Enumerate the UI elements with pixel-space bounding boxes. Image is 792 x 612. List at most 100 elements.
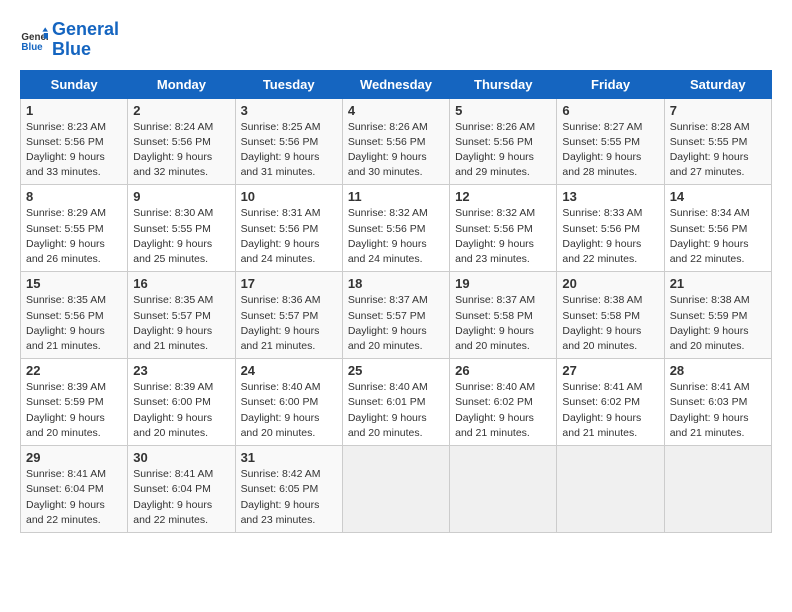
day-number: 10 — [241, 189, 337, 204]
day-number: 12 — [455, 189, 551, 204]
page-header: General Blue General Blue — [20, 20, 772, 60]
calendar-cell: 3 Sunrise: 8:25 AM Sunset: 5:56 PM Dayli… — [235, 98, 342, 185]
day-number: 20 — [562, 276, 658, 291]
header-day-sunday: Sunday — [21, 70, 128, 98]
day-number: 15 — [26, 276, 122, 291]
day-number: 3 — [241, 103, 337, 118]
calendar-cell: 30 Sunrise: 8:41 AM Sunset: 6:04 PM Dayl… — [128, 446, 235, 533]
calendar-cell: 19 Sunrise: 8:37 AM Sunset: 5:58 PM Dayl… — [450, 272, 557, 359]
day-detail: Sunrise: 8:29 AM Sunset: 5:55 PM Dayligh… — [26, 206, 122, 267]
day-detail: Sunrise: 8:35 AM Sunset: 5:57 PM Dayligh… — [133, 293, 229, 354]
calendar-cell: 24 Sunrise: 8:40 AM Sunset: 6:00 PM Dayl… — [235, 359, 342, 446]
day-number: 31 — [241, 450, 337, 465]
day-number: 16 — [133, 276, 229, 291]
calendar-cell — [664, 446, 771, 533]
day-detail: Sunrise: 8:40 AM Sunset: 6:02 PM Dayligh… — [455, 380, 551, 441]
day-number: 11 — [348, 189, 444, 204]
header-day-friday: Friday — [557, 70, 664, 98]
header-day-wednesday: Wednesday — [342, 70, 449, 98]
day-number: 8 — [26, 189, 122, 204]
day-detail: Sunrise: 8:41 AM Sunset: 6:02 PM Dayligh… — [562, 380, 658, 441]
day-detail: Sunrise: 8:26 AM Sunset: 5:56 PM Dayligh… — [348, 120, 444, 181]
day-detail: Sunrise: 8:25 AM Sunset: 5:56 PM Dayligh… — [241, 120, 337, 181]
day-number: 18 — [348, 276, 444, 291]
calendar-cell: 12 Sunrise: 8:32 AM Sunset: 5:56 PM Dayl… — [450, 185, 557, 272]
logo: General Blue General Blue — [20, 20, 119, 60]
calendar-cell: 6 Sunrise: 8:27 AM Sunset: 5:55 PM Dayli… — [557, 98, 664, 185]
day-number: 14 — [670, 189, 766, 204]
day-number: 9 — [133, 189, 229, 204]
calendar-week-4: 22 Sunrise: 8:39 AM Sunset: 5:59 PM Dayl… — [21, 359, 772, 446]
day-detail: Sunrise: 8:26 AM Sunset: 5:56 PM Dayligh… — [455, 120, 551, 181]
day-number: 6 — [562, 103, 658, 118]
calendar-cell — [557, 446, 664, 533]
day-detail: Sunrise: 8:41 AM Sunset: 6:03 PM Dayligh… — [670, 380, 766, 441]
calendar-cell: 11 Sunrise: 8:32 AM Sunset: 5:56 PM Dayl… — [342, 185, 449, 272]
day-detail: Sunrise: 8:38 AM Sunset: 5:59 PM Dayligh… — [670, 293, 766, 354]
calendar-cell: 5 Sunrise: 8:26 AM Sunset: 5:56 PM Dayli… — [450, 98, 557, 185]
calendar-cell: 8 Sunrise: 8:29 AM Sunset: 5:55 PM Dayli… — [21, 185, 128, 272]
calendar-cell — [342, 446, 449, 533]
day-detail: Sunrise: 8:32 AM Sunset: 5:56 PM Dayligh… — [348, 206, 444, 267]
day-number: 28 — [670, 363, 766, 378]
day-number: 5 — [455, 103, 551, 118]
logo-general: General — [52, 19, 119, 39]
day-detail: Sunrise: 8:37 AM Sunset: 5:57 PM Dayligh… — [348, 293, 444, 354]
calendar-cell: 22 Sunrise: 8:39 AM Sunset: 5:59 PM Dayl… — [21, 359, 128, 446]
day-number: 2 — [133, 103, 229, 118]
logo-blue: Blue — [52, 39, 91, 59]
day-detail: Sunrise: 8:32 AM Sunset: 5:56 PM Dayligh… — [455, 206, 551, 267]
day-detail: Sunrise: 8:41 AM Sunset: 6:04 PM Dayligh… — [133, 467, 229, 528]
calendar-cell: 29 Sunrise: 8:41 AM Sunset: 6:04 PM Dayl… — [21, 446, 128, 533]
day-detail: Sunrise: 8:40 AM Sunset: 6:01 PM Dayligh… — [348, 380, 444, 441]
day-number: 13 — [562, 189, 658, 204]
day-detail: Sunrise: 8:30 AM Sunset: 5:55 PM Dayligh… — [133, 206, 229, 267]
logo-icon: General Blue — [20, 26, 48, 54]
calendar-cell: 23 Sunrise: 8:39 AM Sunset: 6:00 PM Dayl… — [128, 359, 235, 446]
calendar-cell: 9 Sunrise: 8:30 AM Sunset: 5:55 PM Dayli… — [128, 185, 235, 272]
calendar-cell: 25 Sunrise: 8:40 AM Sunset: 6:01 PM Dayl… — [342, 359, 449, 446]
calendar-week-5: 29 Sunrise: 8:41 AM Sunset: 6:04 PM Dayl… — [21, 446, 772, 533]
day-number: 30 — [133, 450, 229, 465]
svg-text:Blue: Blue — [21, 42, 43, 53]
calendar-cell: 1 Sunrise: 8:23 AM Sunset: 5:56 PM Dayli… — [21, 98, 128, 185]
day-detail: Sunrise: 8:36 AM Sunset: 5:57 PM Dayligh… — [241, 293, 337, 354]
calendar-cell: 2 Sunrise: 8:24 AM Sunset: 5:56 PM Dayli… — [128, 98, 235, 185]
header-day-tuesday: Tuesday — [235, 70, 342, 98]
day-detail: Sunrise: 8:33 AM Sunset: 5:56 PM Dayligh… — [562, 206, 658, 267]
day-number: 4 — [348, 103, 444, 118]
day-number: 25 — [348, 363, 444, 378]
day-detail: Sunrise: 8:42 AM Sunset: 6:05 PM Dayligh… — [241, 467, 337, 528]
day-detail: Sunrise: 8:40 AM Sunset: 6:00 PM Dayligh… — [241, 380, 337, 441]
day-number: 7 — [670, 103, 766, 118]
calendar-cell: 27 Sunrise: 8:41 AM Sunset: 6:02 PM Dayl… — [557, 359, 664, 446]
day-detail: Sunrise: 8:38 AM Sunset: 5:58 PM Dayligh… — [562, 293, 658, 354]
calendar-cell: 13 Sunrise: 8:33 AM Sunset: 5:56 PM Dayl… — [557, 185, 664, 272]
calendar-cell: 7 Sunrise: 8:28 AM Sunset: 5:55 PM Dayli… — [664, 98, 771, 185]
day-detail: Sunrise: 8:34 AM Sunset: 5:56 PM Dayligh… — [670, 206, 766, 267]
calendar-table: SundayMondayTuesdayWednesdayThursdayFrid… — [20, 70, 772, 533]
day-detail: Sunrise: 8:39 AM Sunset: 5:59 PM Dayligh… — [26, 380, 122, 441]
calendar-cell: 31 Sunrise: 8:42 AM Sunset: 6:05 PM Dayl… — [235, 446, 342, 533]
day-detail: Sunrise: 8:35 AM Sunset: 5:56 PM Dayligh… — [26, 293, 122, 354]
calendar-cell: 10 Sunrise: 8:31 AM Sunset: 5:56 PM Dayl… — [235, 185, 342, 272]
day-number: 24 — [241, 363, 337, 378]
calendar-cell: 18 Sunrise: 8:37 AM Sunset: 5:57 PM Dayl… — [342, 272, 449, 359]
calendar-header-row: SundayMondayTuesdayWednesdayThursdayFrid… — [21, 70, 772, 98]
day-detail: Sunrise: 8:24 AM Sunset: 5:56 PM Dayligh… — [133, 120, 229, 181]
day-detail: Sunrise: 8:31 AM Sunset: 5:56 PM Dayligh… — [241, 206, 337, 267]
calendar-cell: 17 Sunrise: 8:36 AM Sunset: 5:57 PM Dayl… — [235, 272, 342, 359]
calendar-cell: 26 Sunrise: 8:40 AM Sunset: 6:02 PM Dayl… — [450, 359, 557, 446]
day-number: 26 — [455, 363, 551, 378]
calendar-week-3: 15 Sunrise: 8:35 AM Sunset: 5:56 PM Dayl… — [21, 272, 772, 359]
calendar-cell: 4 Sunrise: 8:26 AM Sunset: 5:56 PM Dayli… — [342, 98, 449, 185]
day-number: 19 — [455, 276, 551, 291]
header-day-monday: Monday — [128, 70, 235, 98]
day-number: 17 — [241, 276, 337, 291]
day-number: 1 — [26, 103, 122, 118]
day-number: 27 — [562, 363, 658, 378]
calendar-cell: 20 Sunrise: 8:38 AM Sunset: 5:58 PM Dayl… — [557, 272, 664, 359]
calendar-cell: 21 Sunrise: 8:38 AM Sunset: 5:59 PM Dayl… — [664, 272, 771, 359]
day-detail: Sunrise: 8:23 AM Sunset: 5:56 PM Dayligh… — [26, 120, 122, 181]
day-number: 21 — [670, 276, 766, 291]
